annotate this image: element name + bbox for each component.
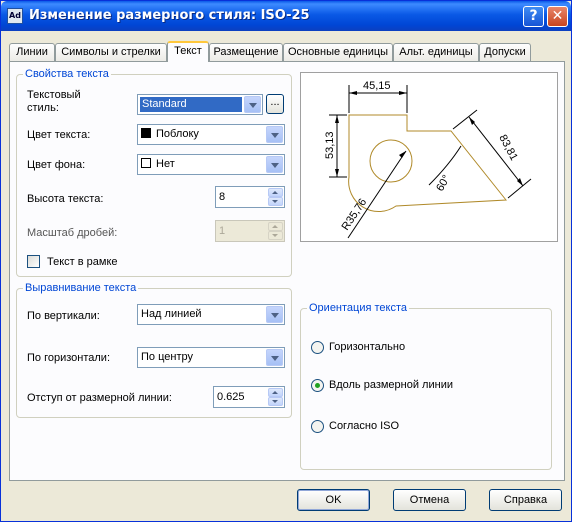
vertical-select[interactable]: Над линией	[137, 304, 285, 325]
orientation-aligned-radio[interactable]	[311, 379, 324, 392]
text-properties-title: Свойства текста	[23, 68, 111, 80]
tab-primary-units[interactable]: Основные единицы	[283, 43, 393, 61]
text-style-select[interactable]: Standard	[137, 94, 263, 115]
offset-spinner[interactable]: 0.625	[213, 386, 285, 408]
fill-color-value: Нет	[156, 158, 175, 170]
help-button[interactable]: Справка	[489, 489, 562, 511]
text-color-value: Поблоку	[156, 128, 199, 140]
text-height-value: 8	[219, 191, 226, 203]
text-color-select[interactable]: Поблоку	[137, 124, 285, 145]
tab-tolerances[interactable]: Допуски	[479, 43, 531, 61]
chevron-down-icon[interactable]	[266, 126, 283, 143]
text-properties-group: Свойства текста Текстовый стиль: Standar…	[16, 68, 292, 277]
horizontal-select[interactable]: По центру	[137, 347, 285, 368]
app-icon: Ad	[7, 8, 23, 24]
spin-down-icon[interactable]	[268, 397, 283, 406]
orientation-horizontal-label[interactable]: Горизонтально	[329, 341, 405, 353]
offset-label: Отступ от размерной линии:	[27, 392, 172, 404]
tab-lines[interactable]: Линии	[9, 43, 55, 61]
preview-drawing: 45,15 53,13 83,81 60° R35,76	[324, 80, 532, 239]
text-height-label: Высота текста:	[27, 193, 104, 205]
spin-up-icon[interactable]	[268, 388, 283, 397]
dim-radius-label: R35,76	[340, 197, 370, 233]
cancel-button[interactable]: Отмена	[393, 489, 466, 511]
horizontal-value: По центру	[141, 351, 193, 363]
spin-up-icon[interactable]	[268, 188, 283, 197]
chevron-down-icon[interactable]	[244, 96, 261, 113]
dialog-window: Ad Изменение размерного стиля: ISO-25 ? …	[0, 0, 572, 522]
text-placement-group: Выравнивание текста По вертикали: Над ли…	[16, 282, 292, 418]
horizontal-label: По горизонтали:	[27, 352, 110, 364]
orientation-iso-label[interactable]: Согласно ISO	[329, 420, 399, 432]
part-outline	[348, 114, 507, 213]
text-style-label-line2: стиль:	[27, 102, 59, 114]
text-height-spinner[interactable]: 8	[215, 186, 285, 208]
text-color-label: Цвет текста:	[27, 129, 91, 141]
chevron-down-icon[interactable]	[266, 156, 283, 173]
vertical-value: Над линией	[141, 308, 202, 320]
spin-up-icon	[268, 222, 283, 231]
text-style-browse-button[interactable]: ...	[266, 94, 284, 114]
fraction-scale-value: 1	[219, 225, 226, 237]
dim-top-label: 45,15	[363, 80, 391, 92]
text-alignment-group: Ориентация текста Горизонтально Вдоль ра…	[300, 302, 552, 470]
spin-down-icon[interactable]	[268, 197, 283, 206]
orientation-aligned-label[interactable]: Вдоль размерной линии	[329, 379, 453, 391]
spin-down-icon	[268, 231, 283, 240]
tab-alternate-units[interactable]: Альт. единицы	[393, 43, 479, 61]
tab-fit[interactable]: Размещение	[209, 43, 283, 61]
text-tab-panel: Свойства текста Текстовый стиль: Standar…	[9, 61, 565, 481]
color-swatch-icon	[141, 158, 151, 168]
draw-frame-label: Текст в рамке	[47, 256, 118, 268]
chevron-down-icon[interactable]	[266, 349, 283, 366]
part-hole	[369, 139, 413, 183]
chevron-down-icon[interactable]	[266, 306, 283, 323]
dimension-preview: 45,15 53,13 83,81 60° R35,76	[300, 72, 558, 242]
dim-right-label: 83,81	[496, 133, 520, 163]
close-button[interactable]: ✕	[547, 6, 568, 27]
offset-value: 0.625	[217, 391, 245, 403]
fraction-scale-label: Масштаб дробей:	[27, 227, 118, 239]
text-style-label-line1: Текстовый	[27, 89, 81, 101]
fill-color-select[interactable]: Нет	[137, 154, 285, 175]
text-alignment-title: Ориентация текста	[307, 302, 410, 314]
orientation-horizontal-radio[interactable]	[311, 341, 324, 354]
tab-text[interactable]: Текст	[167, 41, 209, 62]
dim-left-label: 53,13	[324, 131, 336, 159]
fill-color-label: Цвет фона:	[27, 159, 86, 171]
draw-frame-checkbox[interactable]	[27, 255, 40, 268]
title-bar[interactable]: Ad Изменение размерного стиля: ISO-25 ? …	[1, 1, 571, 31]
help-title-button[interactable]: ?	[523, 6, 544, 27]
vertical-label: По вертикали:	[27, 310, 100, 322]
fraction-scale-spinner: 1	[215, 220, 285, 242]
text-placement-title: Выравнивание текста	[23, 282, 139, 294]
tab-symbols-arrows[interactable]: Символы и стрелки	[55, 43, 167, 61]
text-style-value: Standard	[140, 97, 242, 112]
window-title: Изменение размерного стиля: ISO-25	[29, 8, 310, 23]
ok-button[interactable]: OK	[297, 489, 370, 511]
orientation-iso-radio[interactable]	[311, 420, 324, 433]
color-swatch-icon	[141, 128, 151, 138]
